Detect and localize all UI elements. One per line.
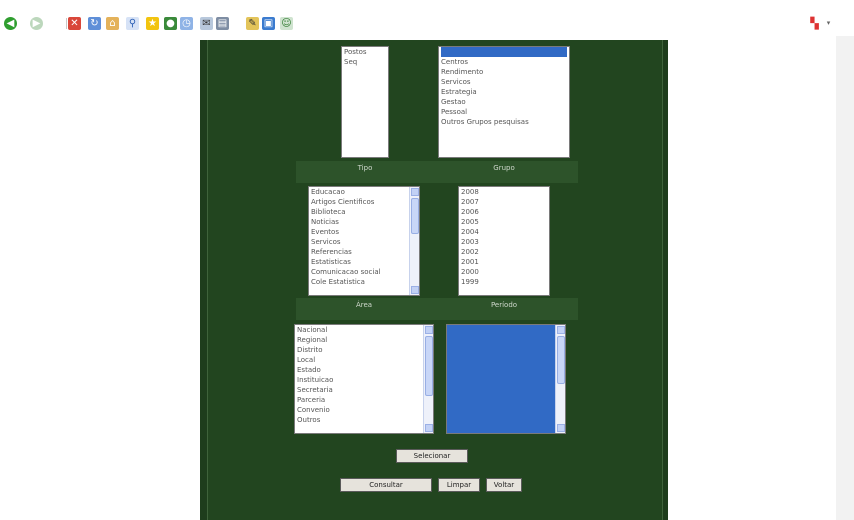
selecionar-button[interactable]: Selecionar — [396, 449, 468, 463]
list-item[interactable]: Postos — [344, 47, 386, 57]
edit-icon[interactable]: ✎ — [246, 17, 259, 30]
area-label: Área — [355, 301, 373, 309]
limpar-button[interactable]: Limpar — [438, 478, 480, 492]
list-item[interactable] — [449, 335, 553, 345]
list-item[interactable]: Estatisticas — [311, 257, 407, 267]
list-item[interactable]: Centros — [441, 57, 567, 67]
history-icon[interactable]: ◷ — [180, 17, 193, 30]
list-item[interactable] — [449, 365, 553, 375]
list-item[interactable]: 2001 — [461, 257, 547, 267]
list-item[interactable]: 1999 — [461, 277, 547, 287]
home-icon[interactable]: ⌂ — [106, 17, 119, 30]
list-item[interactable]: Noticias — [311, 217, 407, 227]
dropdown-icon[interactable]: ▾ — [822, 17, 835, 30]
scroll-up-arrow[interactable] — [411, 188, 419, 196]
periodo-label: Período — [490, 301, 518, 309]
list-item[interactable] — [449, 345, 553, 355]
list-item[interactable]: 2000 — [461, 267, 547, 277]
list-item[interactable]: Estrategia — [441, 87, 567, 97]
messenger-icon[interactable]: ☺ — [280, 17, 293, 30]
periodo-listbox[interactable]: 2008 2007 2006 2005 2004 2003 2002 2001 … — [458, 186, 550, 296]
stop-icon[interactable]: ✕ — [68, 17, 81, 30]
list-item[interactable]: 2006 — [461, 207, 547, 217]
list-item[interactable]: Regional — [297, 335, 421, 345]
area-listbox[interactable]: Educacao Artigos Cientificos Biblioteca … — [308, 186, 420, 296]
scroll-thumb[interactable] — [425, 336, 433, 396]
list-item[interactable]: Gestao — [441, 97, 567, 107]
list-item[interactable]: Artigos Cientificos — [311, 197, 407, 207]
page-panel: Postos Seq Centros Rendimento Servicos E… — [200, 40, 668, 520]
list-item[interactable]: Convenio — [297, 405, 421, 415]
list-item[interactable] — [449, 355, 553, 365]
list-item[interactable]: Eventos — [311, 227, 407, 237]
consultar-button[interactable]: Consultar — [340, 478, 432, 492]
origem-scrollbar[interactable] — [423, 325, 433, 433]
scroll-up-arrow[interactable] — [557, 326, 565, 334]
list-item[interactable]: 2004 — [461, 227, 547, 237]
list-item[interactable]: 2003 — [461, 237, 547, 247]
list-item[interactable]: Outros Grupos pesquisas — [441, 117, 567, 127]
scrollbar-track[interactable] — [836, 36, 854, 520]
destino-listbox[interactable] — [446, 324, 566, 434]
list-item[interactable]: Local — [297, 355, 421, 365]
list-item[interactable]: Estado — [297, 365, 421, 375]
list-item[interactable]: Parceria — [297, 395, 421, 405]
list-item[interactable] — [449, 385, 553, 395]
list-item[interactable]: Secretaria — [297, 385, 421, 395]
list-item[interactable] — [449, 395, 553, 405]
scroll-down-arrow[interactable] — [425, 424, 433, 432]
favorites-icon[interactable]: ★ — [146, 17, 159, 30]
forward-icon[interactable]: ▶ — [30, 17, 43, 30]
list-item[interactable]: Cole Estatistica — [311, 277, 407, 287]
list-item[interactable]: Distrito — [297, 345, 421, 355]
list-item[interactable]: Outros — [297, 415, 421, 425]
list-item[interactable] — [441, 47, 567, 57]
discuss-icon[interactable]: ▣ — [262, 17, 275, 30]
list-item[interactable]: Seq — [344, 57, 386, 67]
scroll-down-arrow[interactable] — [411, 286, 419, 294]
area-scrollbar[interactable] — [409, 187, 419, 295]
back-icon[interactable]: ◀ — [4, 17, 17, 30]
scroll-up-arrow[interactable] — [425, 326, 433, 334]
toolbar-separator — [66, 18, 67, 29]
destino-scrollbar[interactable] — [555, 325, 565, 433]
list-item[interactable]: Pessoal — [441, 107, 567, 117]
list-item[interactable]: 2002 — [461, 247, 547, 257]
list-item[interactable]: 2008 — [461, 187, 547, 197]
list-item[interactable]: Instituicao — [297, 375, 421, 385]
tipo-label: Tipo — [357, 164, 373, 172]
list-item[interactable] — [449, 375, 553, 385]
list-item[interactable]: 2007 — [461, 197, 547, 207]
origem-listbox[interactable]: Nacional Regional Distrito Local Estado … — [294, 324, 434, 434]
browser-toolbar: ◀ ▶ ✕ ↻ ⌂ ⚲ ★ ● ◷ ✉ ▤ ✎ ▣ ☺ ▚ ▾ — [0, 0, 854, 40]
scroll-thumb[interactable] — [411, 198, 419, 234]
list-item[interactable]: Biblioteca — [311, 207, 407, 217]
grupo-label: Grupo — [493, 164, 515, 172]
scroll-down-arrow[interactable] — [557, 424, 565, 432]
list-item[interactable]: Rendimento — [441, 67, 567, 77]
tipo-listbox[interactable]: Postos Seq — [341, 46, 389, 158]
list-item[interactable]: Referencias — [311, 247, 407, 257]
scroll-thumb[interactable] — [557, 336, 565, 384]
form-area: Postos Seq Centros Rendimento Servicos E… — [207, 40, 663, 520]
list-item[interactable] — [449, 415, 553, 425]
list-item[interactable]: 2005 — [461, 217, 547, 227]
list-item[interactable]: Educacao — [311, 187, 407, 197]
print-icon[interactable]: ▤ — [216, 17, 229, 30]
list-item[interactable]: Servicos — [311, 237, 407, 247]
search-icon[interactable]: ⚲ — [126, 17, 139, 30]
mail-icon[interactable]: ✉ — [200, 17, 213, 30]
voltar-button[interactable]: Voltar — [486, 478, 522, 492]
list-item[interactable] — [449, 405, 553, 415]
list-item[interactable] — [449, 325, 553, 335]
refresh-icon[interactable]: ↻ — [88, 17, 101, 30]
media-icon[interactable]: ● — [164, 17, 177, 30]
list-item[interactable]: Servicos — [441, 77, 567, 87]
list-item[interactable]: Nacional — [297, 325, 421, 335]
list-item[interactable]: Comunicacao social — [311, 267, 407, 277]
grupo-listbox[interactable]: Centros Rendimento Servicos Estrategia G… — [438, 46, 570, 158]
windows-flag-icon[interactable]: ▚ — [808, 17, 821, 30]
